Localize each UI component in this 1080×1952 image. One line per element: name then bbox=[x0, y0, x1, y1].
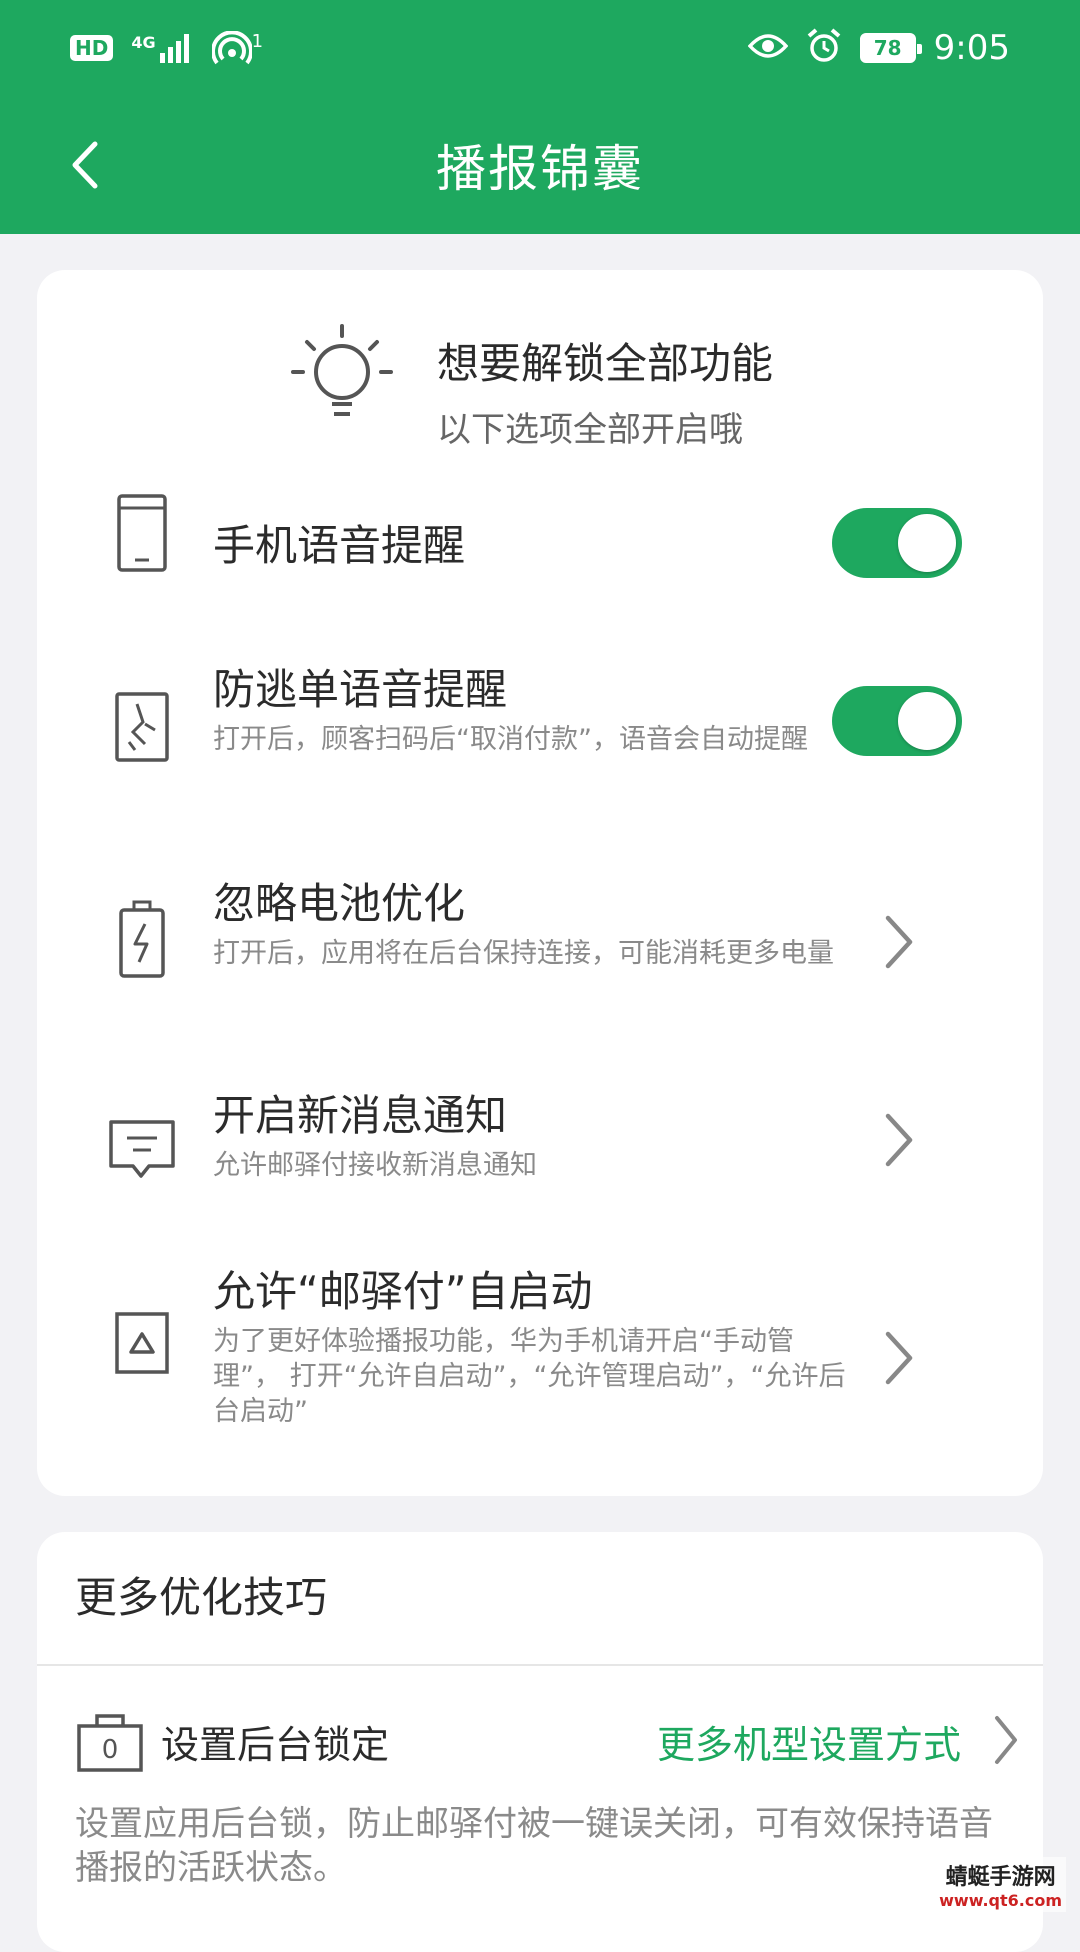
hd-badge: HD bbox=[70, 35, 113, 61]
watermark: 蜻蜓手游网 www.qt6.com bbox=[935, 1857, 1066, 1912]
watermark-line1: 蜻蜓手游网 bbox=[939, 1859, 1062, 1891]
hotspot-count: 1 bbox=[252, 31, 263, 52]
setting-description: 为了更好体验播报功能，华为手机请开启“手动管理”， 打开“允许自启动”，“允许管… bbox=[213, 1324, 853, 1429]
setting-title: 开启新消息通知 bbox=[213, 1082, 507, 1143]
unlock-tip: 想要解锁全部功能 以下选项全部开启哦 bbox=[287, 310, 887, 440]
battery-charge-icon bbox=[107, 898, 177, 988]
tip-subtitle: 以下选项全部开启哦 bbox=[437, 402, 743, 451]
signal-icon: 4G bbox=[131, 33, 193, 63]
broken-screen-icon bbox=[107, 684, 177, 774]
alarm-icon bbox=[806, 28, 842, 68]
watermark-line2: www.qt6.com bbox=[939, 1891, 1062, 1910]
setting-title: 手机语音提醒 bbox=[213, 512, 465, 573]
setting-title: 忽略电池优化 bbox=[213, 870, 465, 931]
settings-card: 想要解锁全部功能 以下选项全部开启哦 手机语音提醒 防逃单语音提醒 打开后，顾客… bbox=[37, 270, 1043, 1496]
phone-icon bbox=[107, 490, 177, 580]
page-title: 播报锦囊 bbox=[436, 129, 644, 201]
setting-phone-voice: 手机语音提醒 bbox=[37, 480, 1043, 590]
message-icon bbox=[107, 1100, 177, 1190]
chevron-left-icon bbox=[67, 140, 103, 190]
toggle-knob bbox=[898, 514, 956, 572]
anti-skip-toggle[interactable] bbox=[832, 686, 962, 756]
setting-description: 允许邮驿付接收新消息通知 bbox=[213, 1148, 853, 1183]
app-header: HD 4G 1 bbox=[0, 0, 1080, 234]
chevron-right-icon bbox=[872, 1110, 922, 1170]
setting-title: 防逃单语音提醒 bbox=[213, 656, 507, 717]
back-button[interactable] bbox=[50, 130, 120, 200]
setting-title: 允许“邮驿付”自启动 bbox=[213, 1258, 593, 1319]
lightbulb-icon bbox=[287, 322, 397, 432]
clock: 9:05 bbox=[934, 28, 1010, 68]
nav-bar: 播报锦囊 bbox=[0, 100, 1080, 230]
status-bar: HD 4G 1 bbox=[0, 0, 1080, 96]
more-tips-card: 更多优化技巧 0 设置后台锁定 更多机型设置方式 设置应用后台锁，防止邮驿付被一… bbox=[37, 1532, 1043, 1952]
setting-battery[interactable]: 忽略电池优化 打开后，应用将在后台保持连接，可能消耗更多电量 bbox=[37, 870, 1043, 1020]
battery-icon: 78 bbox=[860, 33, 916, 63]
setting-anti-skip: 防逃单语音提醒 打开后，顾客扫码后“取消付款”，语音会自动提醒 bbox=[37, 656, 1043, 806]
setting-autostart[interactable]: 允许“邮驿付”自启动 为了更好体验播报功能，华为手机请开启“手动管理”， 打开“… bbox=[37, 1258, 1043, 1448]
eye-icon bbox=[748, 32, 788, 64]
phone-voice-toggle[interactable] bbox=[832, 508, 962, 578]
divider bbox=[37, 1664, 1043, 1666]
chevron-right-icon bbox=[987, 1714, 1023, 1766]
tip-title: 想要解锁全部功能 bbox=[437, 330, 773, 391]
more-models-link[interactable]: 更多机型设置方式 bbox=[657, 1714, 961, 1769]
status-right: 78 9:05 bbox=[748, 28, 1010, 68]
hotspot-icon: 1 bbox=[212, 31, 263, 65]
toggle-knob bbox=[898, 692, 956, 750]
setting-description: 打开后，应用将在后台保持连接，可能消耗更多电量 bbox=[213, 936, 853, 971]
chevron-right-icon bbox=[872, 912, 922, 972]
setting-description: 打开后，顾客扫码后“取消付款”，语音会自动提醒 bbox=[213, 722, 853, 757]
autostart-icon bbox=[107, 1300, 177, 1390]
more-tips-title: 更多优化技巧 bbox=[75, 1564, 327, 1625]
lock-icon: 0 bbox=[75, 1706, 145, 1776]
network-type: 4G bbox=[131, 33, 155, 52]
background-lock-row[interactable]: 0 设置后台锁定 更多机型设置方式 bbox=[37, 1692, 1043, 1792]
setting-notifications[interactable]: 开启新消息通知 允许邮驿付接收新消息通知 bbox=[37, 1082, 1043, 1202]
svg-text:0: 0 bbox=[102, 1735, 119, 1765]
more-tips-description: 设置应用后台锁，防止邮驿付被一键误关闭，可有效保持语音播报的活跃状态。 bbox=[75, 1802, 1015, 1890]
chevron-right-icon bbox=[872, 1328, 922, 1388]
lock-label: 设置后台锁定 bbox=[161, 1714, 389, 1769]
status-left: HD 4G 1 bbox=[70, 31, 263, 65]
